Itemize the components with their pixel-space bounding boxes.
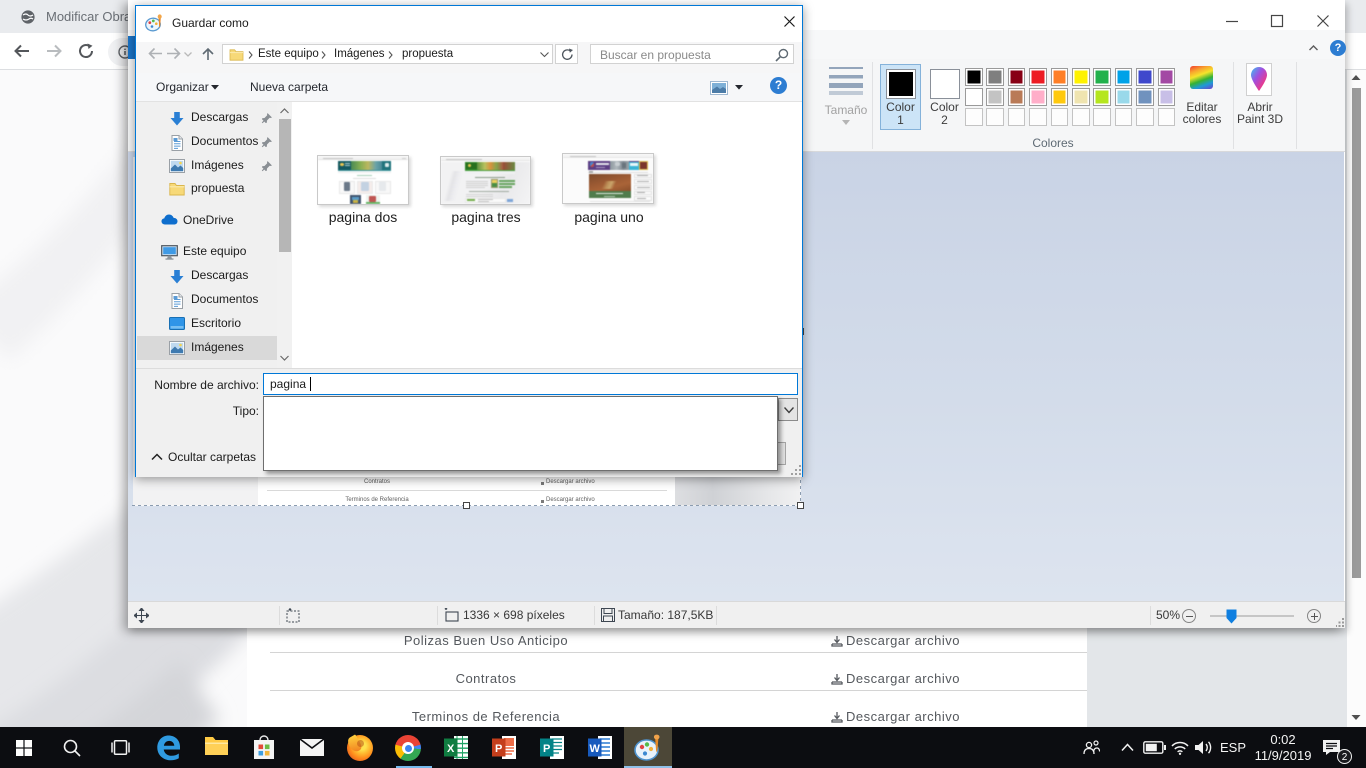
svg-text:W: W bbox=[590, 743, 601, 755]
svg-text:X: X bbox=[447, 743, 455, 755]
svg-text:P: P bbox=[495, 743, 502, 755]
svg-text:P: P bbox=[543, 743, 550, 755]
